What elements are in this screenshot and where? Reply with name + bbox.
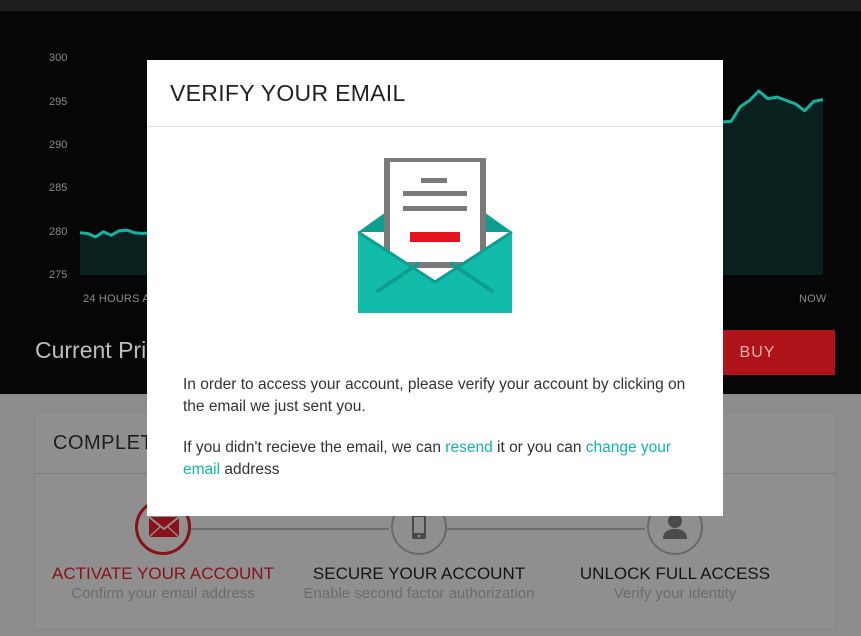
modal-header: VERIFY YOUR EMAIL — [147, 60, 723, 127]
step-title-secure: SECURE YOUR ACCOUNT — [312, 564, 526, 583]
step-connector — [447, 528, 645, 530]
price-series-left-area — [80, 230, 150, 275]
resend-link[interactable]: resend — [445, 439, 492, 456]
y-tick-label: 300 — [49, 52, 68, 64]
y-tick-label: 285 — [49, 182, 68, 194]
y-tick-label: 295 — [49, 96, 68, 108]
x-axis-start-label: 24 HOURS A — [83, 293, 150, 305]
step-title-unlock: UNLOCK FULL ACCESS — [579, 564, 771, 583]
y-tick-label: 280 — [49, 226, 68, 238]
modal-title: VERIFY YOUR EMAIL — [170, 80, 406, 106]
step-subtitle: Confirm your email address — [71, 585, 255, 602]
text-fragment: If you didn't recieve the email, we can — [183, 439, 446, 456]
x-axis-end-label: NOW — [799, 293, 827, 305]
verify-email-modal: VERIFY YOUR EMAIL In order to access you… — [147, 60, 723, 516]
text-fragment: it or you can — [492, 439, 586, 456]
step-title-activate: ACTIVATE YOUR ACCOUNT — [52, 564, 274, 583]
top-navigation-bar — [0, 0, 861, 11]
modal-resend-text: If you didn't recieve the email, we can … — [183, 437, 693, 481]
step-connector — [191, 528, 389, 530]
price-series-right-area — [722, 91, 823, 275]
current-price-label: Current Pri — [35, 337, 147, 363]
step-subtitle: Verify your identity — [613, 585, 737, 602]
y-tick-label: 275 — [49, 269, 68, 281]
text-fragment: address — [220, 461, 280, 478]
steps-title: COMPLET — [53, 432, 154, 454]
open-envelope-letter-icon — [357, 158, 513, 313]
y-tick-label: 290 — [49, 139, 68, 151]
step-subtitle: Enable second factor authorization — [303, 585, 535, 602]
modal-instruction-text: In order to access your account, please … — [183, 376, 686, 415]
